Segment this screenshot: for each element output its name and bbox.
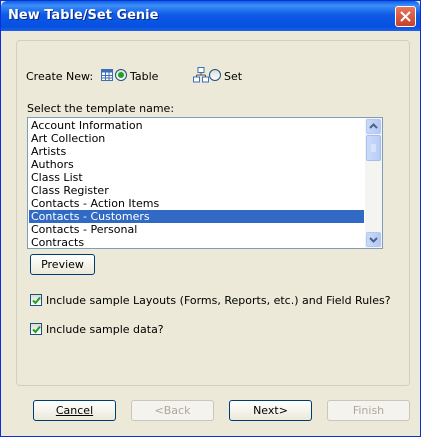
checkmark-icon bbox=[32, 296, 41, 305]
list-item[interactable]: Contacts - Personal bbox=[29, 223, 364, 236]
template-listbox[interactable]: Account Information Art Collection Artists… bbox=[27, 117, 383, 249]
include-layouts-checkbox[interactable] bbox=[30, 294, 42, 306]
scroll-thumb[interactable] bbox=[366, 135, 381, 161]
next-button-label: Next> bbox=[253, 404, 288, 417]
table-radio[interactable] bbox=[115, 69, 127, 81]
list-item[interactable]: Class List bbox=[29, 171, 364, 184]
cancel-button[interactable]: Cancel bbox=[33, 400, 116, 421]
scroll-up-button[interactable] bbox=[366, 119, 381, 134]
grip-icon bbox=[371, 144, 376, 152]
list-item[interactable]: Artists bbox=[29, 145, 364, 158]
back-button[interactable]: <Back bbox=[131, 400, 214, 421]
set-radio-label[interactable]: Set bbox=[224, 70, 242, 83]
close-icon bbox=[400, 11, 411, 22]
close-button[interactable] bbox=[395, 6, 416, 27]
scroll-down-button[interactable] bbox=[366, 232, 381, 247]
finish-button-label: Finish bbox=[352, 404, 385, 417]
list-item[interactable]: Class Register bbox=[29, 184, 364, 197]
list-item[interactable]: Contacts - Action Items bbox=[29, 197, 364, 210]
list-item[interactable]: Contracts bbox=[29, 236, 364, 248]
create-new-label: Create New: bbox=[26, 70, 94, 83]
listbox-scrollbar[interactable] bbox=[365, 118, 382, 248]
include-data-checkbox[interactable] bbox=[30, 323, 42, 335]
set-icon bbox=[193, 67, 209, 83]
back-button-label: <Back bbox=[154, 404, 191, 417]
include-data-label[interactable]: Include sample data? bbox=[46, 323, 164, 336]
list-item[interactable]: Contacts - Customers bbox=[29, 210, 364, 223]
list-item[interactable]: Account Information bbox=[29, 119, 364, 132]
window-title: New Table/Set Genie bbox=[8, 8, 159, 23]
set-radio[interactable] bbox=[209, 69, 221, 81]
chevron-down-icon bbox=[369, 237, 378, 243]
list-item[interactable]: Art Collection bbox=[29, 132, 364, 145]
checkmark-icon bbox=[32, 325, 41, 334]
template-label: Select the template name: bbox=[27, 102, 175, 115]
genie-window: New Table/Set Genie Create New: Table Se… bbox=[0, 0, 421, 437]
cancel-button-label: Cancel bbox=[55, 404, 94, 417]
table-radio-label[interactable]: Table bbox=[130, 70, 158, 83]
include-layouts-label[interactable]: Include sample Layouts (Forms, Reports, … bbox=[46, 294, 391, 307]
list-item[interactable]: Authors bbox=[29, 158, 364, 171]
table-icon bbox=[101, 69, 113, 81]
finish-button[interactable]: Finish bbox=[327, 400, 410, 421]
title-bar[interactable]: New Table/Set Genie bbox=[1, 1, 420, 31]
preview-button[interactable]: Preview bbox=[30, 254, 95, 275]
chevron-up-icon bbox=[369, 123, 378, 129]
next-button[interactable]: Next> bbox=[229, 400, 312, 421]
